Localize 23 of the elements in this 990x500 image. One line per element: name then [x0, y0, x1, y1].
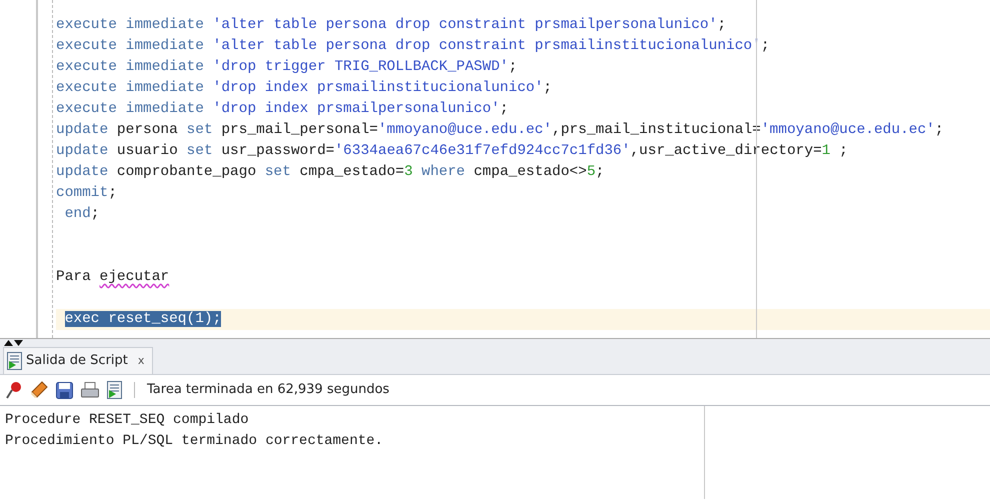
pin-icon[interactable]: [6, 381, 22, 399]
script-output-tab[interactable]: Salida de Script x: [3, 347, 154, 374]
code-line: execute immediate 'drop index prsmailpersonalunico';: [56, 100, 510, 119]
close-tab-button[interactable]: x: [138, 352, 144, 370]
code-line: execute immediate 'alter table persona drop constraint prsmailpersonalunico';: [56, 16, 728, 35]
output-line: Procedimiento PL/SQL terminado correctamente.: [5, 432, 384, 451]
code-line: update usuario set usr_password='6334aea67c46e31f7efd924cc7c1fd36',usr_active_directory=1 ;: [56, 142, 849, 161]
code-line: execute immediate 'drop index prsmailinstitucionalunico';: [56, 79, 553, 98]
save-icon[interactable]: [56, 382, 73, 398]
print-icon[interactable]: [81, 382, 99, 398]
code-line: update persona set prs_mail_personal='mmoyano@uce.edu.ec',prs_mail_institucional='mmoyano@uce.edu.ec';: [56, 121, 945, 140]
code-line: execute immediate 'alter table persona drop constraint prsmailinstitucionalunico';: [56, 37, 771, 56]
code-line: end;: [64, 205, 100, 224]
status-text: Tarea terminada en 62,939 segundos: [147, 381, 390, 400]
script-icon: [7, 352, 22, 370]
script-icon[interactable]: [107, 381, 122, 399]
tab-label: Salida de Script: [26, 352, 128, 370]
code-line: update comprobante_pago set cmpa_estado=3 where cmpa_estado<>5;: [56, 163, 606, 182]
output-line: Procedure RESET_SEQ compilado: [5, 411, 249, 430]
code-line: Para ejecutar: [56, 268, 170, 287]
code-line: execute immediate 'drop trigger TRIG_ROLLBACK_PASWD';: [56, 58, 518, 77]
eraser-icon[interactable]: [30, 381, 48, 399]
code-line: commit;: [56, 184, 118, 203]
